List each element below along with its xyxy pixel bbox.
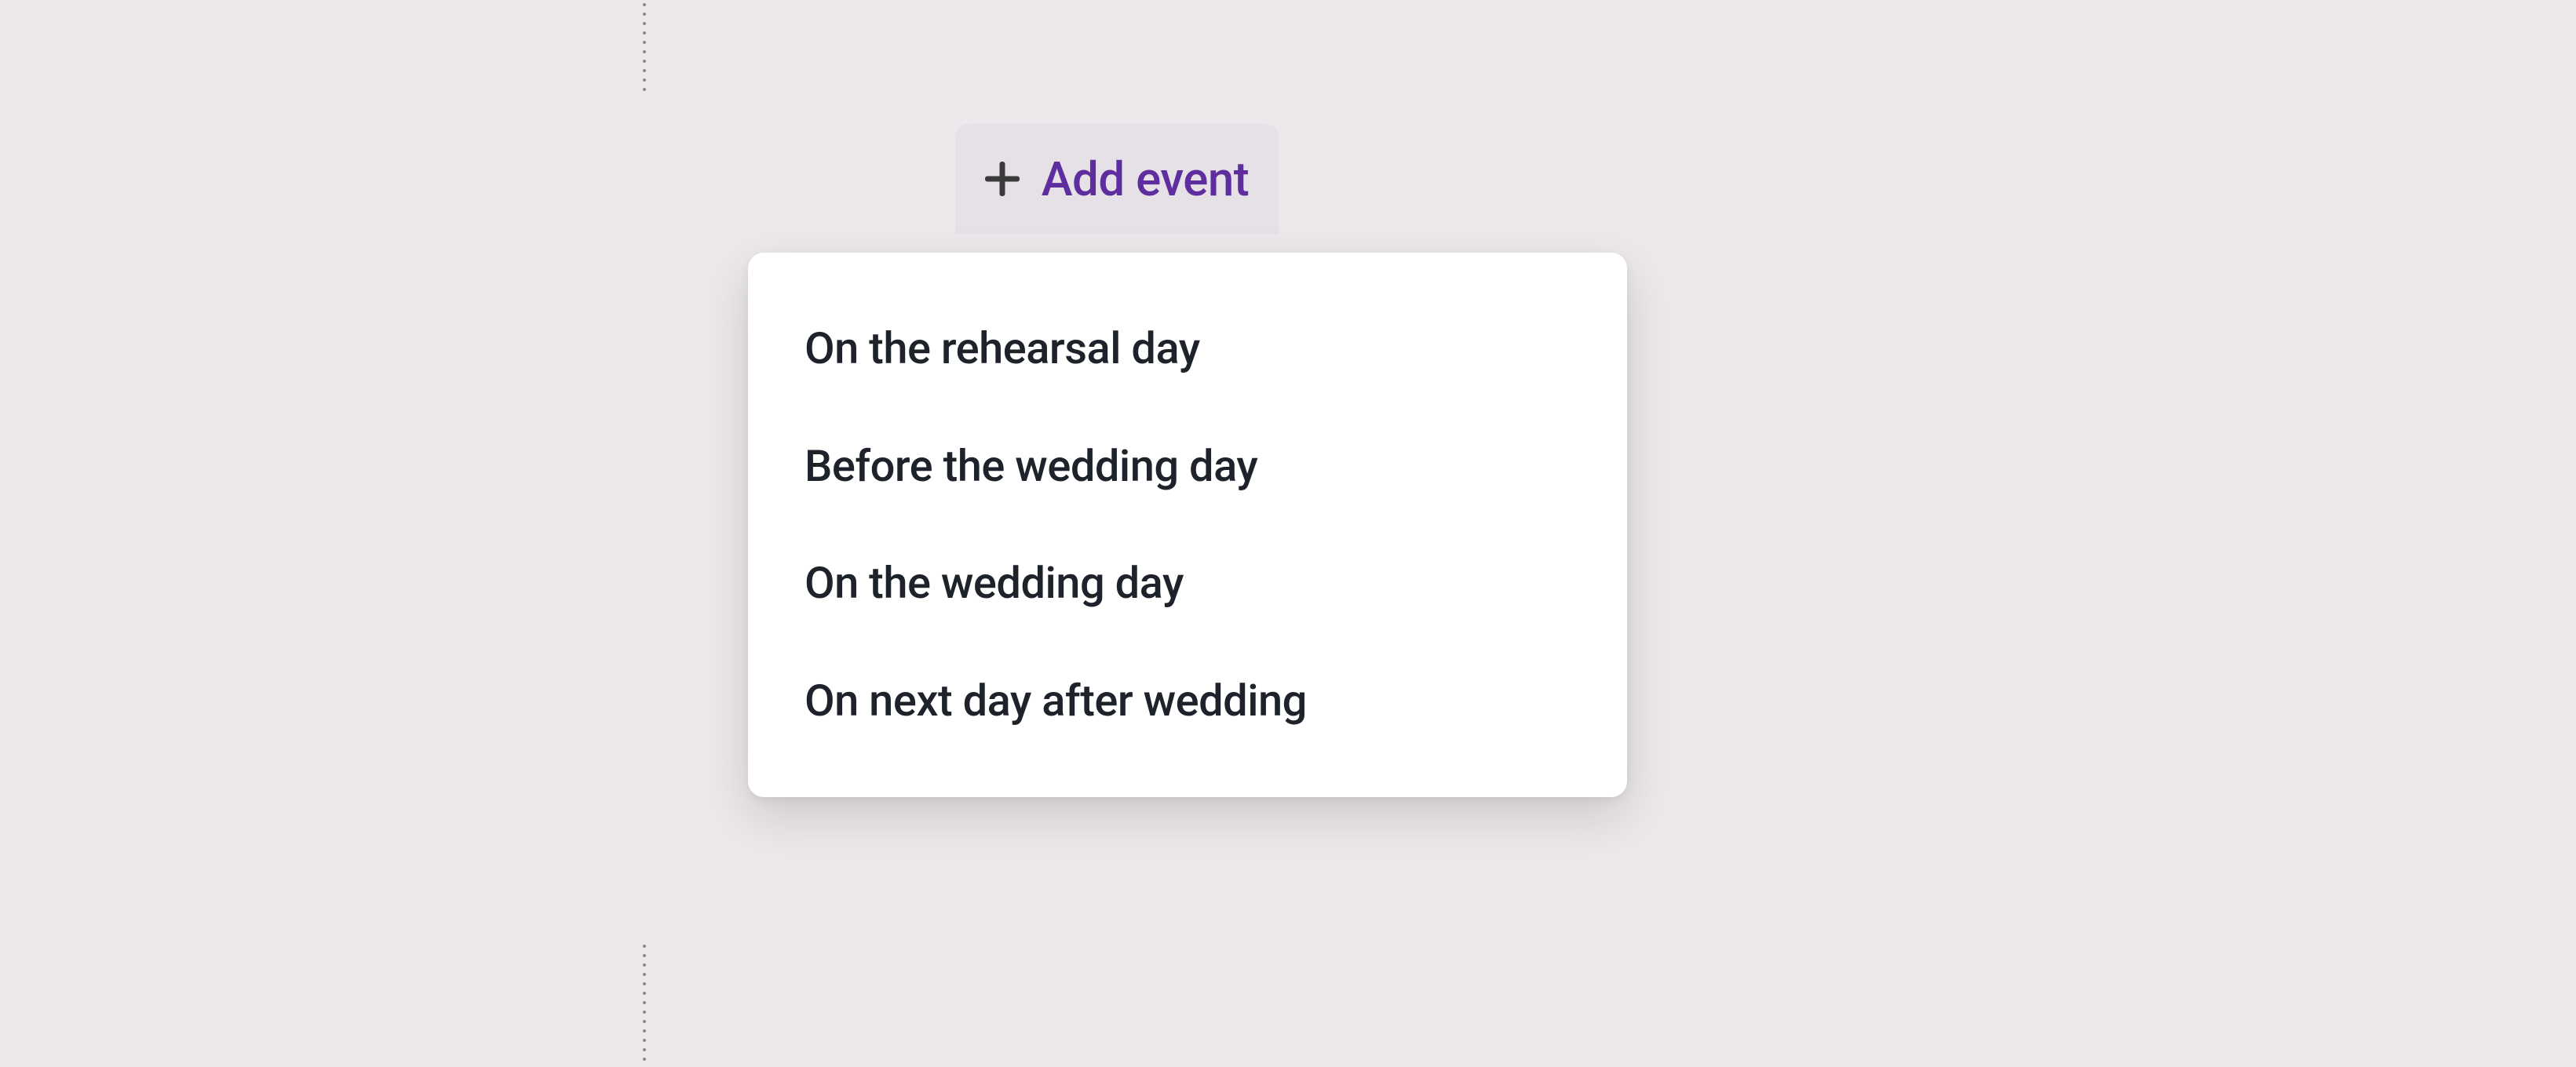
dropdown-option-before-wedding[interactable]: Before the wedding day bbox=[748, 408, 1627, 526]
timeline-connector-top bbox=[643, 0, 646, 94]
add-event-dropdown: On the rehearsal day Before the wedding … bbox=[748, 253, 1627, 797]
timeline-canvas: Add event On the rehearsal day Before th… bbox=[0, 0, 1288, 1065]
dropdown-option-wedding-day[interactable]: On the wedding day bbox=[748, 525, 1627, 643]
add-event-button[interactable]: Add event bbox=[955, 124, 1279, 234]
dropdown-option-next-day[interactable]: On next day after wedding bbox=[748, 643, 1627, 760]
dropdown-option-rehearsal-day[interactable]: On the rehearsal day bbox=[748, 290, 1627, 408]
timeline-connector-bottom bbox=[643, 941, 646, 1067]
plus-icon bbox=[985, 162, 1020, 196]
add-event-label: Add event bbox=[1042, 151, 1249, 207]
